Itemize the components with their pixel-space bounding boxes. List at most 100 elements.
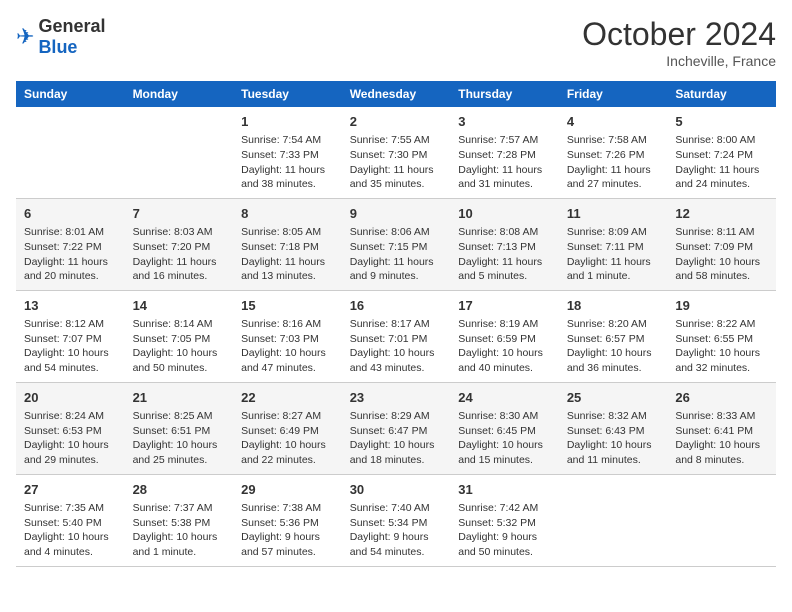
calendar-cell: 7Sunrise: 8:03 AMSunset: 7:20 PMDaylight…	[125, 198, 234, 290]
day-info: Sunrise: 7:37 AM	[133, 501, 226, 516]
day-number: 16	[350, 297, 443, 315]
day-number: 6	[24, 205, 117, 223]
day-info: Sunrise: 7:55 AM	[350, 133, 443, 148]
day-info: Sunrise: 7:35 AM	[24, 501, 117, 516]
day-info: Sunset: 6:43 PM	[567, 424, 660, 439]
page-header: ✈ General Blue October 2024 Incheville, …	[16, 16, 776, 69]
day-info: Sunrise: 8:06 AM	[350, 225, 443, 240]
day-info: Sunset: 6:47 PM	[350, 424, 443, 439]
day-info: Daylight: 10 hours and 8 minutes.	[675, 438, 768, 467]
day-number: 2	[350, 113, 443, 131]
day-info: Sunrise: 8:27 AM	[241, 409, 334, 424]
day-number: 22	[241, 389, 334, 407]
day-info: Sunset: 5:38 PM	[133, 516, 226, 531]
day-info: Daylight: 10 hours and 11 minutes.	[567, 438, 660, 467]
day-info: Sunrise: 8:08 AM	[458, 225, 551, 240]
calendar-week-row: 13Sunrise: 8:12 AMSunset: 7:07 PMDayligh…	[16, 290, 776, 382]
calendar-cell: 16Sunrise: 8:17 AMSunset: 7:01 PMDayligh…	[342, 290, 451, 382]
day-number: 8	[241, 205, 334, 223]
col-header-friday: Friday	[559, 81, 668, 107]
day-info: Daylight: 10 hours and 4 minutes.	[24, 530, 117, 559]
day-info: Sunrise: 8:32 AM	[567, 409, 660, 424]
day-info: Sunset: 7:07 PM	[24, 332, 117, 347]
calendar-cell: 13Sunrise: 8:12 AMSunset: 7:07 PMDayligh…	[16, 290, 125, 382]
day-info: Sunset: 6:55 PM	[675, 332, 768, 347]
day-info: Sunrise: 7:54 AM	[241, 133, 334, 148]
day-number: 14	[133, 297, 226, 315]
day-number: 10	[458, 205, 551, 223]
day-info: Daylight: 10 hours and 40 minutes.	[458, 346, 551, 375]
day-number: 12	[675, 205, 768, 223]
day-info: Daylight: 11 hours and 13 minutes.	[241, 255, 334, 284]
day-info: Sunset: 7:01 PM	[350, 332, 443, 347]
day-info: Daylight: 9 hours and 50 minutes.	[458, 530, 551, 559]
col-header-wednesday: Wednesday	[342, 81, 451, 107]
day-number: 9	[350, 205, 443, 223]
day-number: 3	[458, 113, 551, 131]
calendar-cell: 4Sunrise: 7:58 AMSunset: 7:26 PMDaylight…	[559, 107, 668, 198]
day-info: Sunrise: 8:20 AM	[567, 317, 660, 332]
calendar-cell: 14Sunrise: 8:14 AMSunset: 7:05 PMDayligh…	[125, 290, 234, 382]
col-header-saturday: Saturday	[667, 81, 776, 107]
day-info: Sunset: 6:41 PM	[675, 424, 768, 439]
day-number: 20	[24, 389, 117, 407]
calendar-cell: 26Sunrise: 8:33 AMSunset: 6:41 PMDayligh…	[667, 382, 776, 474]
calendar-week-row: 1Sunrise: 7:54 AMSunset: 7:33 PMDaylight…	[16, 107, 776, 198]
day-info: Sunrise: 8:09 AM	[567, 225, 660, 240]
day-info: Sunrise: 8:01 AM	[24, 225, 117, 240]
calendar-cell: 12Sunrise: 8:11 AMSunset: 7:09 PMDayligh…	[667, 198, 776, 290]
day-info: Sunset: 6:49 PM	[241, 424, 334, 439]
day-info: Sunset: 7:09 PM	[675, 240, 768, 255]
day-info: Sunset: 7:30 PM	[350, 148, 443, 163]
day-info: Sunrise: 8:16 AM	[241, 317, 334, 332]
day-number: 21	[133, 389, 226, 407]
calendar-cell: 19 Sunrise: 8:22 AMSunset: 6:55 PMDayligh…	[667, 290, 776, 382]
day-number: 13	[24, 297, 117, 315]
day-info: Sunset: 7:15 PM	[350, 240, 443, 255]
day-info: Sunrise: 8:11 AM	[675, 225, 768, 240]
day-number: 18	[567, 297, 660, 315]
day-number: 15	[241, 297, 334, 315]
day-info: Sunset: 7:03 PM	[241, 332, 334, 347]
calendar-cell: 27Sunrise: 7:35 AMSunset: 5:40 PMDayligh…	[16, 474, 125, 566]
day-info: Daylight: 10 hours and 29 minutes.	[24, 438, 117, 467]
day-info: Daylight: 11 hours and 24 minutes.	[675, 163, 768, 192]
day-info: Daylight: 10 hours and 32 minutes.	[675, 346, 768, 375]
day-info: Sunset: 7:22 PM	[24, 240, 117, 255]
calendar-cell: 30Sunrise: 7:40 AMSunset: 5:34 PMDayligh…	[342, 474, 451, 566]
calendar-cell	[559, 474, 668, 566]
day-info: Sunrise: 7:57 AM	[458, 133, 551, 148]
day-number: 7	[133, 205, 226, 223]
day-info: Sunrise: 7:38 AM	[241, 501, 334, 516]
calendar-week-row: 27Sunrise: 7:35 AMSunset: 5:40 PMDayligh…	[16, 474, 776, 566]
day-info: Sunrise: 8:22 AM	[675, 317, 768, 332]
calendar-table: SundayMondayTuesdayWednesdayThursdayFrid…	[16, 81, 776, 567]
day-info: Sunset: 5:32 PM	[458, 516, 551, 531]
day-info: Sunset: 7:28 PM	[458, 148, 551, 163]
day-number: 5	[675, 113, 768, 131]
day-info: Sunset: 7:20 PM	[133, 240, 226, 255]
day-info: Daylight: 10 hours and 47 minutes.	[241, 346, 334, 375]
day-info: Daylight: 9 hours and 54 minutes.	[350, 530, 443, 559]
day-info: Daylight: 11 hours and 27 minutes.	[567, 163, 660, 192]
calendar-cell	[16, 107, 125, 198]
month-title: October 2024	[582, 16, 776, 53]
day-info: Sunset: 6:51 PM	[133, 424, 226, 439]
day-info: Sunset: 7:11 PM	[567, 240, 660, 255]
day-number: 4	[567, 113, 660, 131]
day-number: 19	[675, 297, 768, 315]
day-info: Sunrise: 8:00 AM	[675, 133, 768, 148]
logo-general: General	[38, 16, 105, 36]
col-header-thursday: Thursday	[450, 81, 559, 107]
calendar-cell: 17Sunrise: 8:19 AMSunset: 6:59 PMDayligh…	[450, 290, 559, 382]
day-number: 30	[350, 481, 443, 499]
col-header-tuesday: Tuesday	[233, 81, 342, 107]
day-info: Sunrise: 7:58 AM	[567, 133, 660, 148]
day-number: 29	[241, 481, 334, 499]
calendar-cell: 3Sunrise: 7:57 AMSunset: 7:28 PMDaylight…	[450, 107, 559, 198]
day-info: Sunrise: 8:24 AM	[24, 409, 117, 424]
day-info: Daylight: 10 hours and 50 minutes.	[133, 346, 226, 375]
day-info: Sunrise: 8:17 AM	[350, 317, 443, 332]
day-info: Daylight: 11 hours and 20 minutes.	[24, 255, 117, 284]
day-info: Sunset: 7:05 PM	[133, 332, 226, 347]
